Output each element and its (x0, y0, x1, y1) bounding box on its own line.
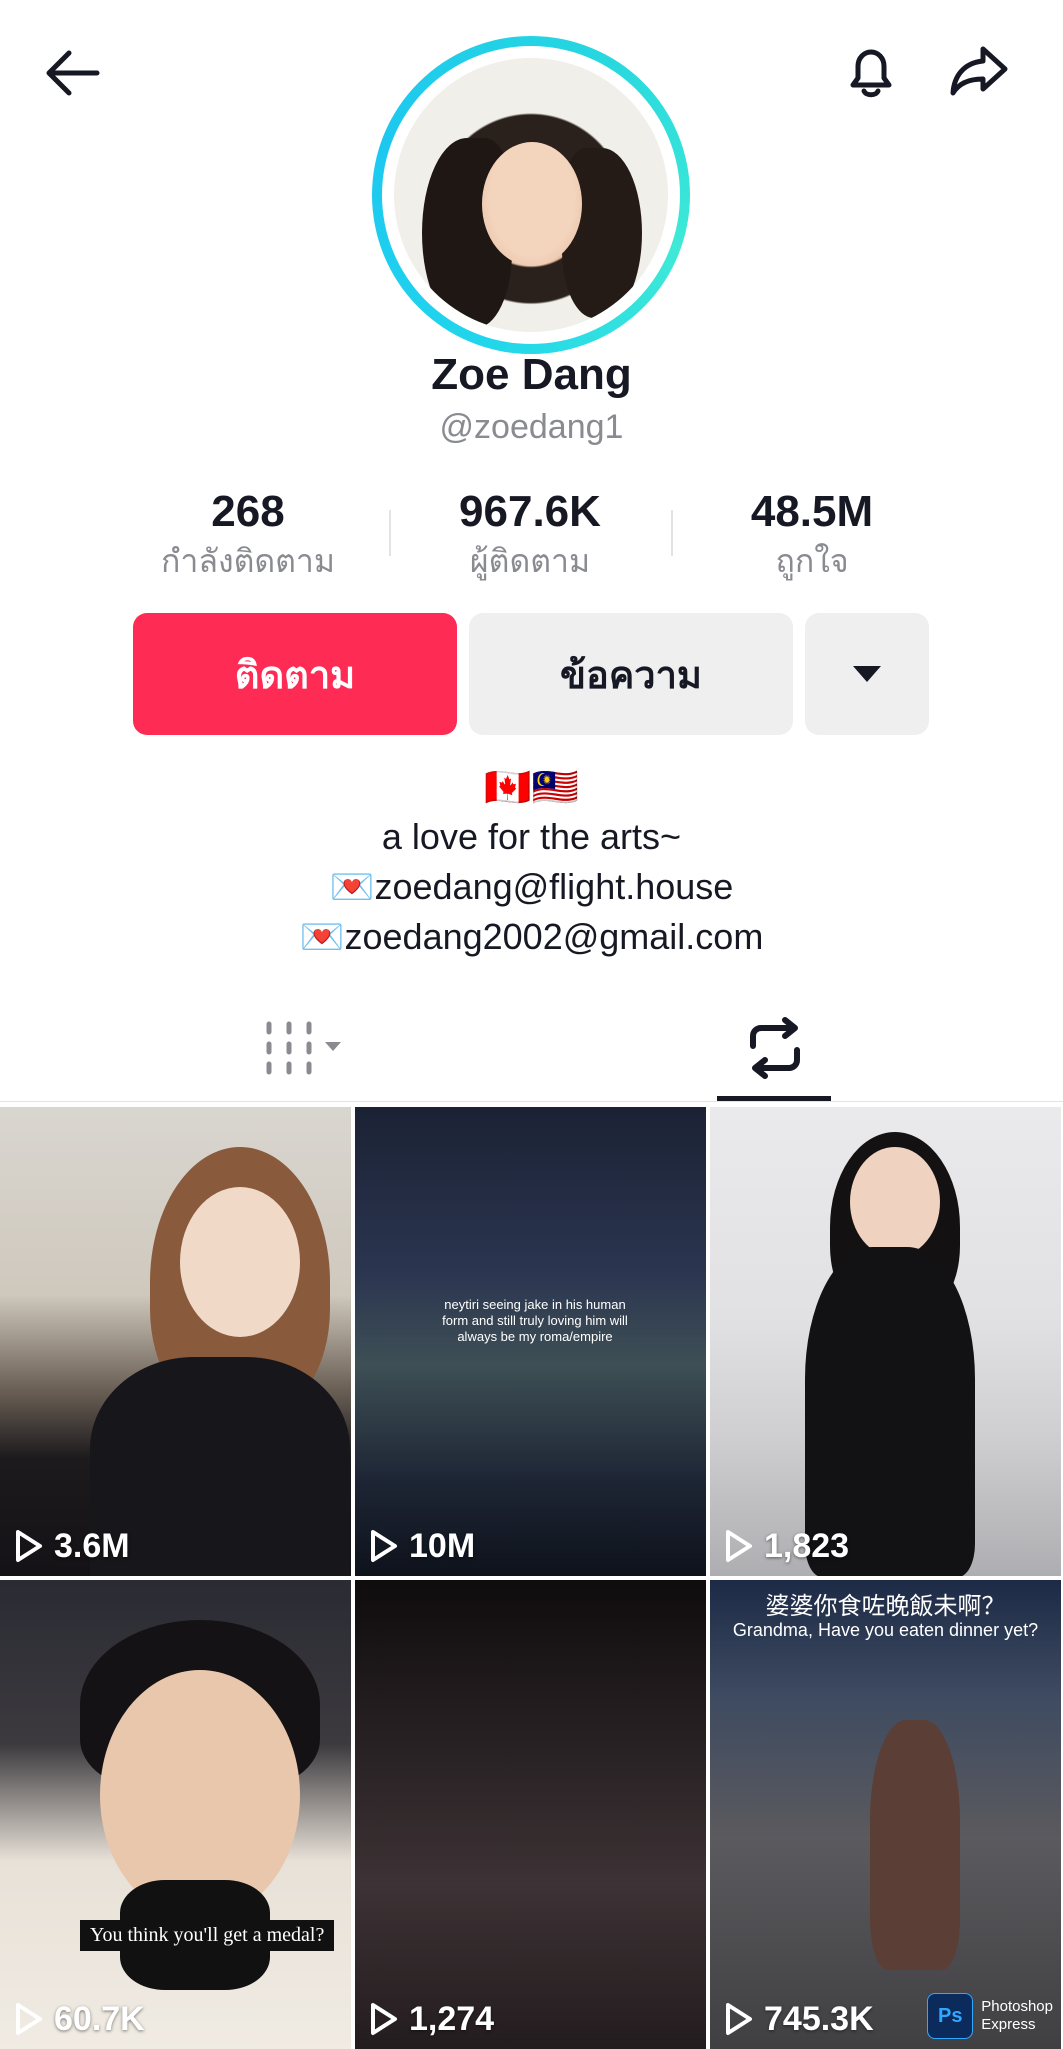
view-count: 1,274 (363, 1999, 494, 2039)
stat-following[interactable]: 268 กำลังติดตาม (118, 484, 378, 582)
video-thumbnail[interactable]: neytiri seeing jake in his human form an… (355, 1107, 706, 1576)
play-icon (16, 2003, 42, 2035)
tab-videos[interactable] (180, 1000, 440, 1096)
tab-reposts[interactable] (645, 1000, 905, 1096)
watermark-text: Photoshop (981, 1998, 1053, 2015)
view-count: 3.6M (8, 1526, 130, 1566)
watermark-text: Express (981, 2016, 1036, 2033)
stat-followers[interactable]: 967.6K ผู้ติดตาม (400, 484, 660, 582)
view-count-text: 1,823 (764, 1526, 850, 1565)
stat-divider (389, 510, 391, 556)
view-count: 60.7K (8, 1999, 145, 2039)
bio-email-line: 💌zoedang2002@gmail.com (299, 916, 764, 957)
photoshop-logo-icon: Ps (927, 1993, 974, 2039)
follow-button[interactable]: ติดตาม (133, 613, 457, 735)
more-options-button[interactable] (805, 613, 929, 735)
video-caption: You think you'll get a medal? (80, 1920, 335, 1951)
tabs-divider (0, 1101, 1063, 1102)
profile-name: Zoe Dang (431, 350, 632, 399)
view-count-text: 745.3K (764, 1999, 874, 2038)
video-caption: 婆婆你食咗晚飯未啊？ (765, 1593, 1006, 1620)
play-icon (371, 2003, 397, 2035)
stat-divider (671, 510, 673, 556)
share-button[interactable] (934, 26, 1024, 116)
video-thumbnail[interactable]: You think you'll get a medal? 60.7K (0, 1580, 351, 2049)
profile-avatar[interactable] (372, 36, 690, 354)
likes-count: 48.5M (750, 487, 874, 536)
view-count-text: 60.7K (54, 1999, 145, 2038)
play-icon (371, 1530, 397, 1562)
play-icon (726, 1530, 752, 1562)
play-icon (16, 1530, 42, 1562)
following-count: 268 (211, 487, 285, 536)
bio-email-line: 💌zoedang@flight.house (329, 866, 734, 907)
video-thumbnail[interactable]: 3.6M (0, 1107, 351, 1576)
following-label: กำลังติดตาม (161, 543, 335, 579)
bell-icon (850, 49, 892, 98)
avatar-image (394, 58, 668, 332)
view-count-text: 1,274 (409, 1999, 495, 2038)
view-count: 745.3K (718, 1999, 874, 2039)
video-thumbnail[interactable]: 1,274 (355, 1580, 706, 2049)
likes-label: ถูกใจ (775, 543, 849, 579)
back-button[interactable] (30, 30, 116, 116)
video-thumbnail[interactable]: 婆婆你食咗晚飯未啊？ Grandma, Have you eaten dinne… (710, 1580, 1061, 2049)
share-arrow-icon (950, 46, 1008, 96)
stat-likes: 48.5M ถูกใจ (682, 484, 942, 582)
repost-icon (750, 1017, 800, 1079)
notification-bell-button[interactable] (826, 26, 916, 116)
photoshop-express-watermark: Ps Photoshop Express (927, 1993, 1053, 2039)
view-count-text: 10M (409, 1526, 476, 1565)
view-count: 10M (363, 1526, 475, 1566)
caret-down-icon (853, 666, 881, 682)
followers-label: ผู้ติดตาม (469, 543, 591, 579)
video-caption: Grandma, Have you eaten dinner yet? (732, 1620, 1039, 1640)
grid-icon (266, 1021, 341, 1075)
arrow-left-icon (46, 50, 100, 96)
view-count-text: 3.6M (54, 1526, 130, 1565)
caret-down-icon (325, 1042, 341, 1051)
video-caption: neytiri seeing jake in his human form an… (442, 1297, 628, 1344)
message-button[interactable]: ข้อความ (469, 613, 793, 735)
view-count: 1,823 (718, 1526, 849, 1566)
bio-flags: 🇨🇦🇲🇾 (484, 767, 579, 809)
video-thumbnail[interactable]: 1,823 (710, 1107, 1061, 1576)
followers-count: 967.6K (459, 487, 601, 536)
play-icon (726, 2003, 752, 2035)
bio-line: a love for the arts~ (381, 816, 682, 857)
profile-handle: @zoedang1 (439, 408, 624, 446)
